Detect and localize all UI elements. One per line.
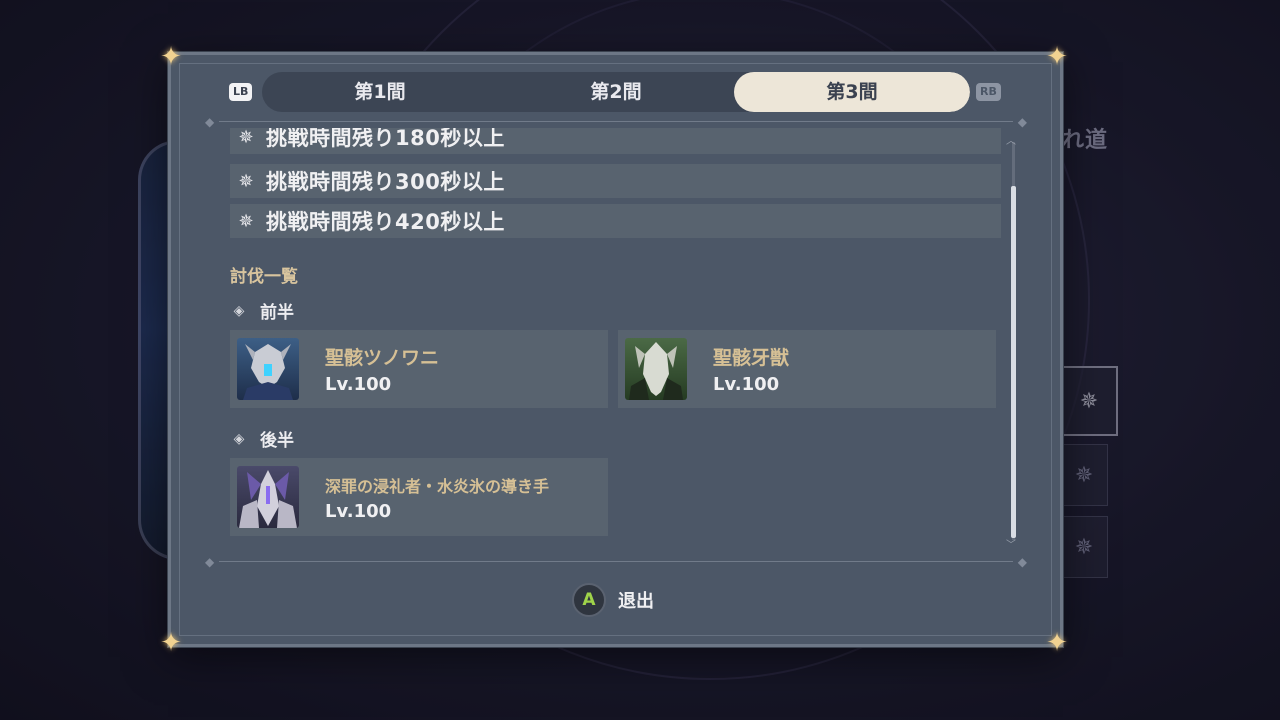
enemy-card[interactable]: 聖骸ツノワニ Lv.100 (230, 330, 608, 408)
enemy-portrait-fang-beast (625, 338, 687, 400)
tab-chamber-1[interactable]: 第1間 (262, 72, 498, 112)
rb-button-hint[interactable]: RB (976, 83, 1001, 101)
enemy-card[interactable]: 聖骸牙獣 Lv.100 (618, 330, 996, 408)
star-condition-row: ✵ 挑戦時間残り300秒以上 (230, 164, 1001, 198)
star-condition-row: ✵ 挑戦時間残り180秒以上 (230, 128, 1001, 154)
exit-button[interactable]: A 退出 (572, 583, 654, 617)
enemy-level: Lv.100 (325, 500, 392, 522)
enemy-name: 聖骸ツノワニ (325, 347, 440, 369)
corner-ornament-icon: ✦ (1046, 628, 1068, 658)
chamber-detail-scroll-area[interactable]: ✵ 挑戦時間残り180秒以上 ✵ 挑戦時間残り300秒以上 ✵ 挑戦時間残り42… (230, 128, 1002, 548)
a-button-icon: A (572, 583, 606, 617)
exit-label: 退出 (618, 591, 654, 612)
star-icon: ✵ (238, 210, 254, 232)
enemy-card[interactable]: 深罪の浸礼者・水炎氷の導き手 Lv.100 (230, 458, 608, 536)
star-icon: ✵ (238, 128, 254, 148)
diamond-icon: ◈ (233, 302, 245, 319)
enemy-level: Lv.100 (713, 374, 780, 395)
diamond-icon: ◈ (233, 430, 245, 447)
enemy-name: 深罪の浸礼者・水炎氷の導き手 (325, 476, 550, 496)
bottom-divider: ◆ ◆ (205, 555, 1027, 569)
chamber-tab-bar: 第1間 第2間 第3間 (262, 72, 970, 112)
scroll-down-arrow-icon[interactable]: ﹀ (1006, 536, 1016, 551)
enemy-list-title: 討伐一覧 (230, 267, 298, 287)
enemy-portrait-sinner-guide (237, 466, 299, 528)
star-condition-row: ✵ 挑戦時間残り420秒以上 (230, 204, 1001, 238)
tab-chamber-2[interactable]: 第2間 (498, 72, 734, 112)
enemy-level: Lv.100 (325, 374, 392, 395)
second-half-label: ◈ 後半 (230, 426, 294, 452)
lb-button-hint[interactable]: LB (229, 83, 253, 101)
enemy-name: 聖骸牙獣 (713, 347, 790, 369)
top-divider: ◆ ◆ (205, 115, 1027, 129)
corner-ornament-icon: ✦ (160, 628, 182, 658)
enemy-portrait-horned-crocodile (237, 338, 299, 400)
corner-ornament-icon: ✦ (1046, 42, 1068, 72)
scrollbar-thumb[interactable] (1011, 186, 1016, 538)
tab-chamber-3[interactable]: 第3間 (734, 72, 970, 112)
star-icon: ✵ (238, 170, 254, 192)
first-half-label: ◈ 前半 (230, 298, 294, 324)
corner-ornament-icon: ✦ (160, 42, 182, 72)
